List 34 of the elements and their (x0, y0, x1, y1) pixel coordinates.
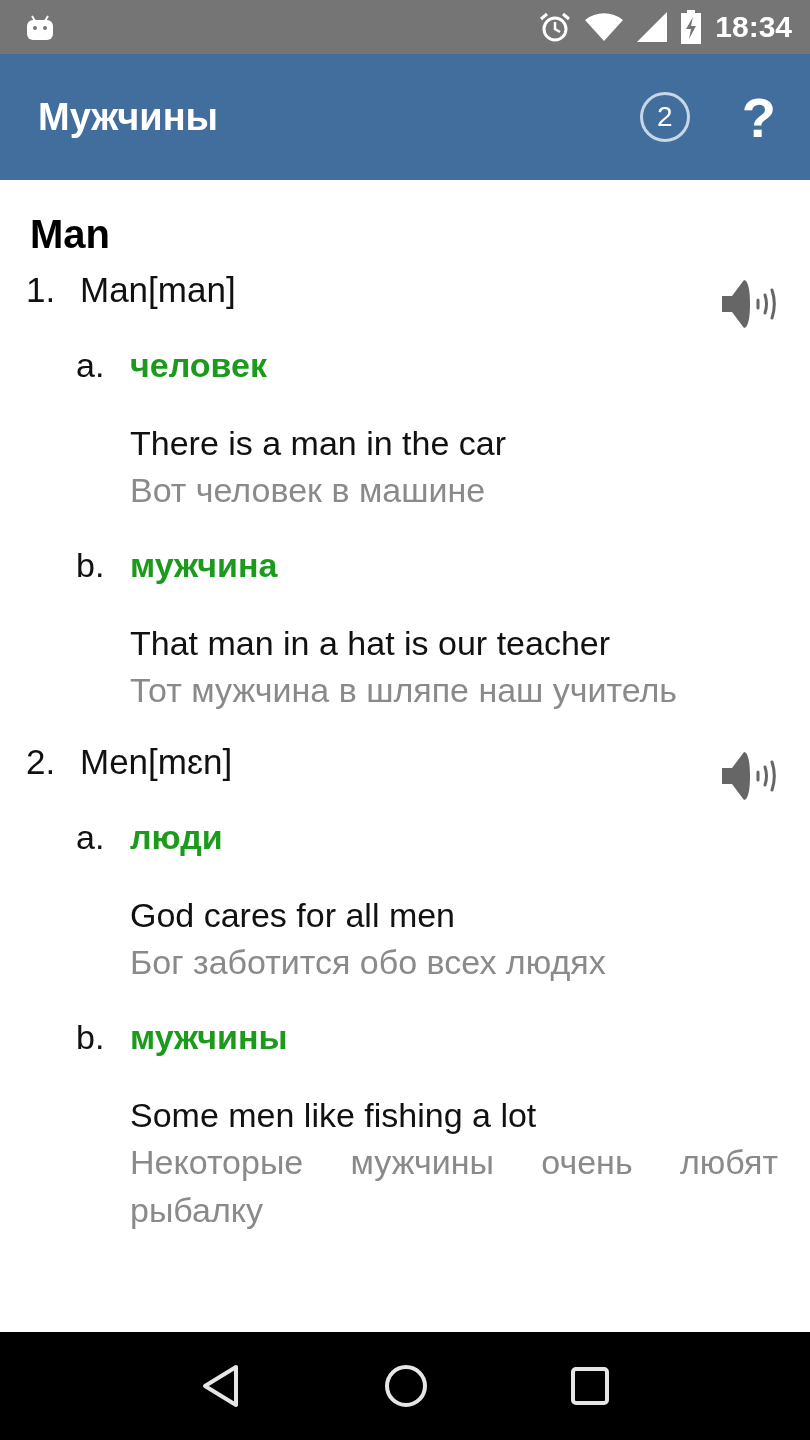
recents-button[interactable] (570, 1367, 609, 1405)
translation: человек (130, 345, 267, 386)
signal-icon (637, 12, 668, 42)
home-button[interactable] (384, 1364, 428, 1408)
example-sentence: Some men like fishing a lot (130, 1095, 538, 1136)
entry-number: 1. (26, 269, 57, 311)
entry-word: Man[man] (80, 269, 237, 311)
entry-number: 2. (26, 741, 57, 783)
battery-icon (681, 10, 702, 44)
alarm-icon (539, 11, 572, 43)
speaker-icon[interactable] (720, 278, 778, 330)
example-sentence: That man in a hat is our teacher (130, 623, 612, 664)
entry-word: Men[mɛn] (80, 741, 234, 783)
example-sentence: God cares for all men (130, 895, 457, 936)
example-translation: Тот мужчина в шляпе наш учитель (130, 670, 679, 711)
sense-letter: a. (76, 345, 106, 386)
sense-letter: b. (76, 545, 106, 586)
example-translation: Вот человек в машине (130, 470, 487, 511)
android-icon (26, 14, 54, 40)
clock-time: 18:34 (715, 10, 792, 44)
sense-letter: a. (76, 817, 106, 858)
screen-title: Мужчины (38, 95, 220, 139)
example-sentence: There is a man in the car (130, 423, 508, 464)
translation: мужчина (130, 545, 278, 586)
headword: Man (30, 211, 111, 258)
help-button[interactable]: ? (741, 84, 776, 150)
progress-counter: 2 (639, 92, 690, 142)
translation: люди (130, 817, 223, 858)
wifi-icon (585, 13, 624, 41)
sense-letter: b. (76, 1017, 106, 1058)
speaker-icon[interactable] (720, 750, 778, 802)
example-translation: Некоторые мужчины очень любят рыбалку (130, 1142, 778, 1231)
example-translation: Бог заботится обо всех людях (130, 942, 607, 983)
translation: мужчины (130, 1017, 288, 1058)
